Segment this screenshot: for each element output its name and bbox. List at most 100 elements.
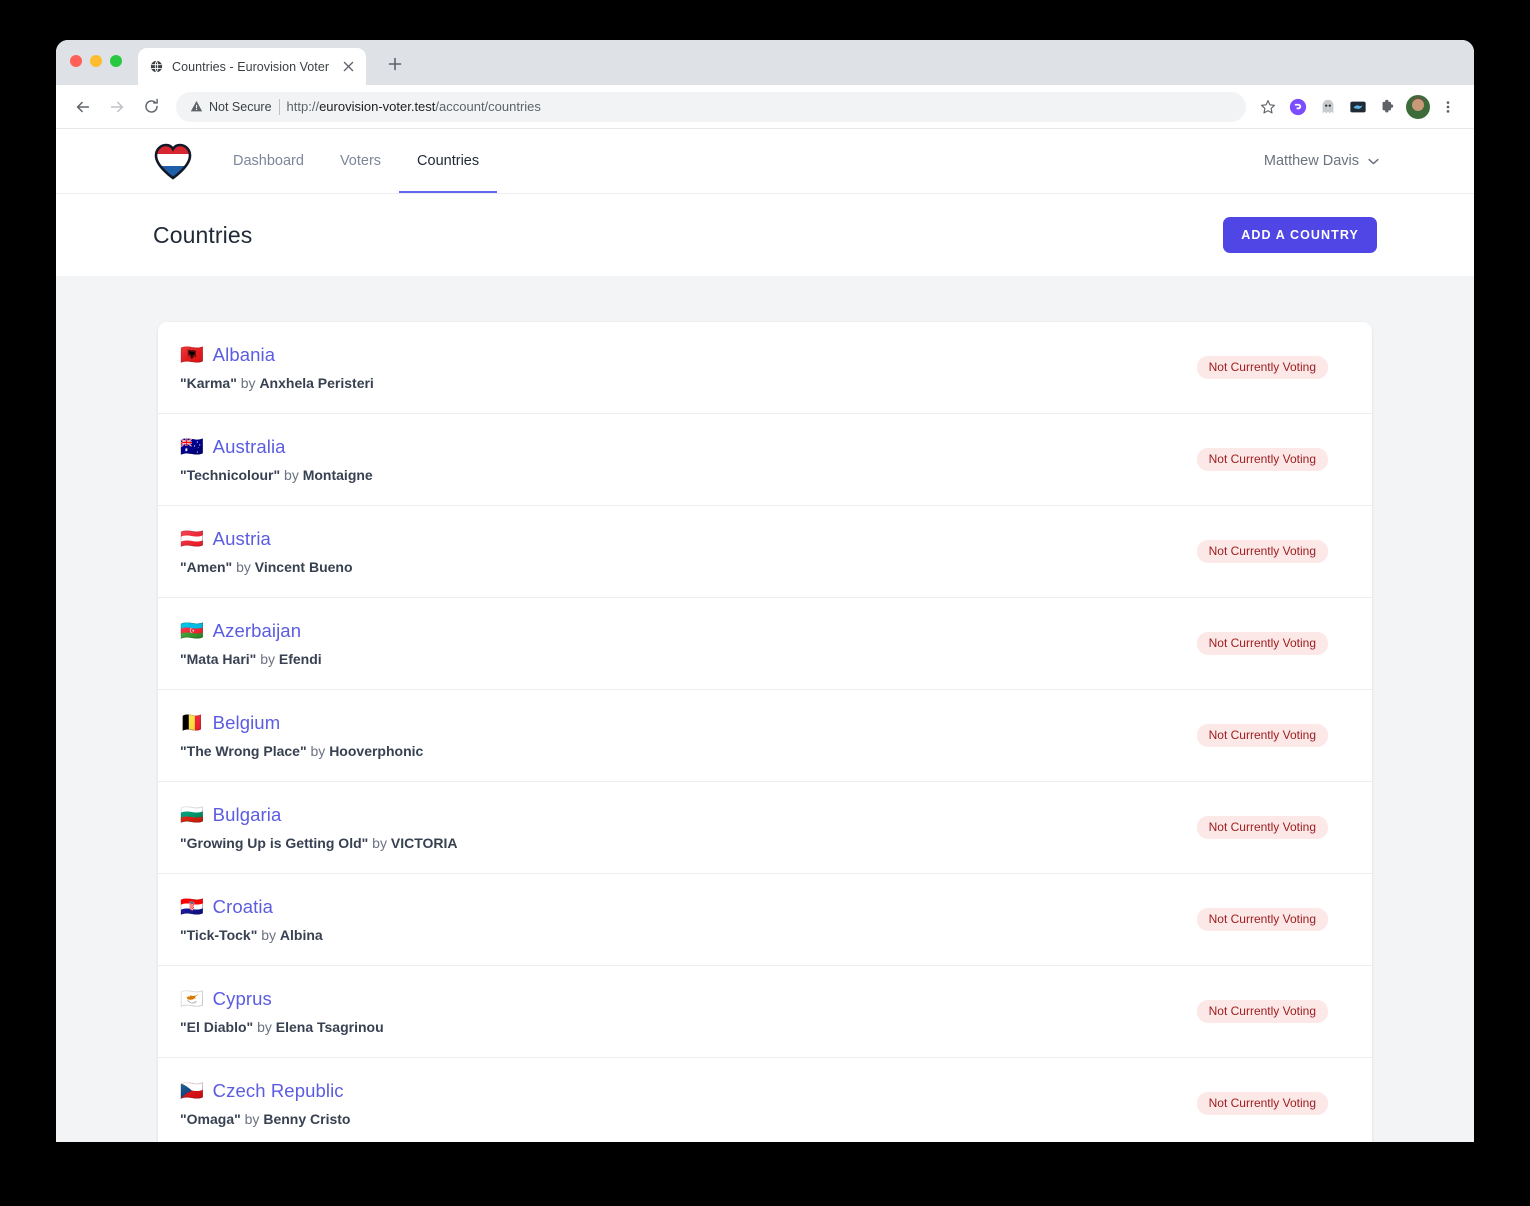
country-name-link[interactable]: Cyprus [213, 988, 272, 1010]
omnibox-divider [278, 98, 280, 115]
browser-window: Countries - Eurovision Voter Not Secure … [56, 40, 1474, 1142]
extension-purple-icon[interactable] [1284, 93, 1312, 121]
song-title: "Mata Hari" [180, 651, 257, 667]
artist-name: Montaigne [302, 467, 373, 483]
close-tab-icon[interactable] [340, 59, 356, 75]
song-title: "Omaga" [180, 1111, 241, 1127]
country-row: 🇭🇷 Croatia "Tick-Tock" by Albina Not Curren… [158, 874, 1372, 966]
forward-icon[interactable] [102, 92, 132, 122]
artist-name: Efendi [278, 651, 322, 667]
country-row-main: 🇭🇷 Croatia "Tick-Tock" by Albina [180, 896, 1197, 943]
artist-name: VICTORIA [390, 835, 458, 851]
country-flag-icon: 🇧🇪 [180, 711, 204, 734]
song-line: "The Wrong Place" by Hooverphonic [180, 743, 1197, 759]
url-host: eurovision-voter.test [319, 99, 436, 114]
country-flag-icon: 🇦🇱 [180, 343, 204, 366]
country-name-link[interactable]: Azerbaijan [213, 620, 301, 642]
song-title: "The Wrong Place" [180, 743, 307, 759]
country-row: 🇧🇬 Bulgaria "Growing Up is Getting Old" by… [158, 782, 1372, 874]
country-name-link[interactable]: Czech Republic [213, 1080, 344, 1102]
country-row: 🇦🇿 Azerbaijan "Mata Hari" by Efendi Not Cur… [158, 598, 1372, 690]
song-line: "Growing Up is Getting Old" by VICTORIA [180, 835, 1197, 851]
country-row-main: 🇨🇿 Czech Republic "Omaga" by Benny Cristo [180, 1080, 1197, 1127]
puzzle-icon[interactable] [1374, 93, 1402, 121]
user-menu[interactable]: Matthew Davis [1264, 153, 1434, 169]
country-row: 🇦🇹 Austria "Amen" by Vincent Bueno Not Curr… [158, 506, 1372, 598]
user-name: Matthew Davis [1263, 153, 1359, 169]
song-line: "Karma" by Anxhela Peristeri [180, 375, 1197, 391]
bookmark-star-icon[interactable] [1254, 93, 1282, 121]
extension-ghost-icon[interactable] [1314, 93, 1342, 121]
status-badge: Not Currently Voting [1196, 631, 1328, 656]
status-badge: Not Currently Voting [1196, 355, 1328, 380]
country-heading: 🇦🇺 Australia [180, 436, 1197, 458]
by-label: by [372, 835, 387, 851]
by-label: by [244, 1111, 260, 1127]
country-name-link[interactable]: Croatia [213, 896, 273, 918]
song-line: "Technicolour" by Montaigne [180, 467, 1197, 483]
globe-icon [148, 59, 164, 75]
minimize-window-button[interactable] [90, 55, 102, 67]
profile-avatar[interactable] [1404, 93, 1432, 121]
song-line: "Omaga" by Benny Cristo [180, 1111, 1197, 1127]
extension-dark-icon[interactable] [1344, 93, 1372, 121]
country-heading: 🇨🇿 Czech Republic [180, 1080, 1197, 1102]
country-flag-icon: 🇭🇷 [180, 895, 204, 918]
song-title: "Technicolour" [180, 467, 281, 483]
country-name-link[interactable]: Australia [213, 436, 286, 458]
browser-tab-strip: Countries - Eurovision Voter [56, 40, 1474, 85]
browser-extension-icons [1254, 93, 1462, 121]
by-label: by [310, 743, 326, 759]
song-line: "Tick-Tock" by Albina [180, 927, 1197, 943]
security-indicator[interactable]: Not Secure [190, 100, 272, 114]
nav-item-dashboard[interactable]: Dashboard [215, 129, 322, 193]
by-label: by [240, 375, 256, 391]
country-name-link[interactable]: Albania [213, 344, 275, 366]
address-bar[interactable]: Not Secure http://eurovision-voter.test/… [176, 91, 1246, 122]
country-flag-icon: 🇨🇾 [180, 987, 204, 1010]
country-row-main: 🇨🇾 Cyprus "El Diablo" by Elena Tsagrinou [180, 988, 1197, 1035]
kebab-menu-icon[interactable] [1434, 93, 1462, 121]
url-scheme: http:// [286, 99, 320, 114]
page-header: Countries ADD A COUNTRY [56, 193, 1474, 276]
by-label: by [257, 1019, 272, 1035]
country-flag-icon: 🇦🇿 [180, 619, 204, 642]
close-window-button[interactable] [70, 55, 82, 67]
status-badge: Not Currently Voting [1196, 999, 1328, 1024]
country-row-main: 🇦🇿 Azerbaijan "Mata Hari" by Efendi [180, 620, 1197, 667]
song-line: "El Diablo" by Elena Tsagrinou [180, 1019, 1197, 1035]
country-flag-icon: 🇦🇺 [180, 435, 204, 458]
url-text: http://eurovision-voter.test/account/cou… [287, 99, 541, 114]
country-row: 🇦🇱 Albania "Karma" by Anxhela Peristeri Not… [158, 322, 1372, 414]
browser-tab[interactable]: Countries - Eurovision Voter [138, 48, 366, 85]
country-row: 🇧🇪 Belgium "The Wrong Place" by Hooverphon… [158, 690, 1372, 782]
by-label: by [236, 559, 251, 575]
country-name-link[interactable]: Belgium [213, 712, 281, 734]
status-badge: Not Currently Voting [1196, 447, 1328, 472]
main-navigation: Dashboard Voters Countries [215, 129, 498, 193]
new-tab-icon[interactable] [383, 52, 407, 76]
song-line: "Mata Hari" by Efendi [180, 651, 1197, 667]
country-heading: 🇦🇿 Azerbaijan [180, 620, 1197, 642]
country-row-main: 🇧🇬 Bulgaria "Growing Up is Getting Old" by… [180, 804, 1197, 851]
chevron-down-icon [1368, 156, 1379, 167]
country-name-link[interactable]: Austria [213, 528, 271, 550]
nav-item-voters[interactable]: Voters [322, 129, 399, 193]
reload-icon[interactable] [136, 92, 166, 122]
country-flag-icon: 🇦🇹 [180, 527, 204, 550]
song-title: "Growing Up is Getting Old" [180, 835, 369, 851]
country-row-main: 🇦🇺 Australia "Technicolour" by Montaigne [180, 436, 1197, 483]
warning-triangle-icon [190, 100, 203, 113]
by-label: by [261, 927, 277, 943]
country-heading: 🇭🇷 Croatia [180, 896, 1197, 918]
add-a-country-button[interactable]: ADD A COUNTRY [1223, 217, 1377, 253]
back-icon[interactable] [68, 92, 98, 122]
country-row: 🇨🇾 Cyprus "El Diablo" by Elena Tsagrinou No… [158, 966, 1372, 1058]
maximize-window-button[interactable] [110, 55, 122, 67]
artist-name: Benny Cristo [263, 1111, 351, 1127]
browser-toolbar: Not Secure http://eurovision-voter.test/… [56, 85, 1474, 129]
country-row-main: 🇧🇪 Belgium "The Wrong Place" by Hooverphon… [180, 712, 1197, 759]
country-name-link[interactable]: Bulgaria [213, 804, 282, 826]
nav-item-countries[interactable]: Countries [399, 129, 498, 193]
eurovision-heart-flag-logo[interactable] [153, 142, 193, 180]
